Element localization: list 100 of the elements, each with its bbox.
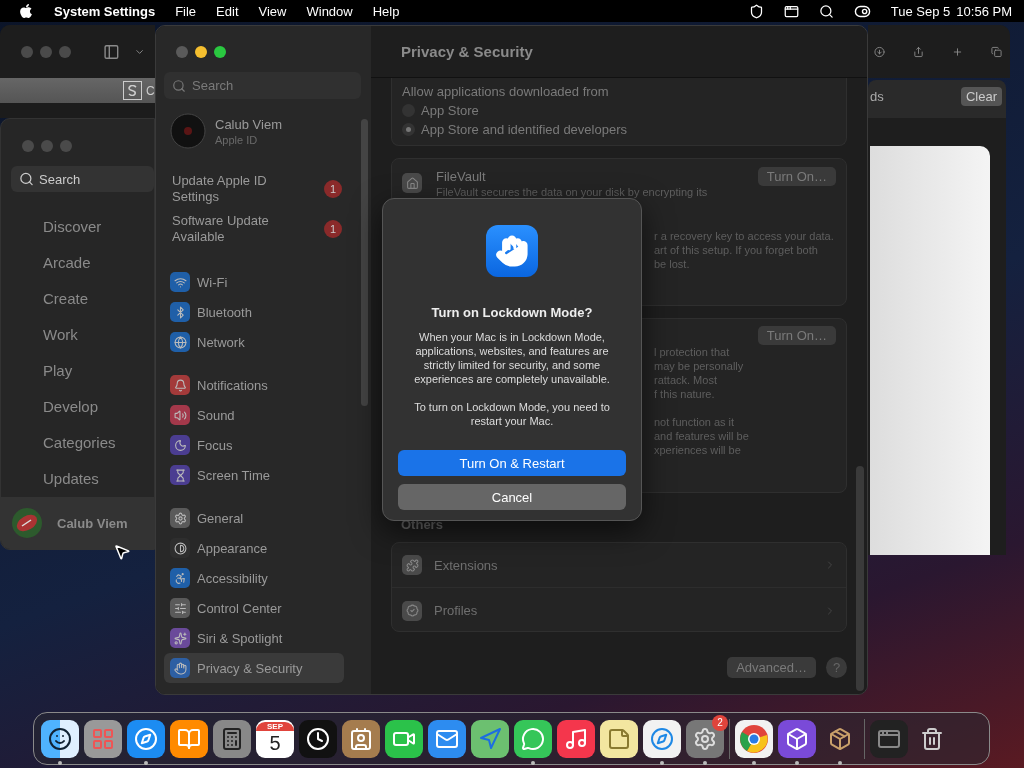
sidebar-item[interactable]: General bbox=[164, 503, 344, 533]
hand-icon bbox=[486, 225, 538, 277]
sidebar-item[interactable]: Network bbox=[164, 327, 344, 357]
house-icon bbox=[402, 173, 422, 193]
menu-item[interactable]: File bbox=[175, 3, 197, 19]
section-heading: Allow applications downloaded from bbox=[402, 83, 610, 101]
row-label: Extensions bbox=[434, 556, 499, 575]
setting-title: FileVault bbox=[436, 168, 487, 186]
safari-icon[interactable] bbox=[643, 719, 681, 758]
sidebar-item[interactable]: Focus bbox=[164, 430, 344, 460]
settings-row[interactable]: Profiles bbox=[392, 588, 846, 633]
menu-item[interactable]: Help bbox=[372, 3, 400, 19]
cube-icon[interactable] bbox=[778, 719, 816, 758]
site-icon bbox=[123, 81, 142, 100]
radio-label: App Store and identified developers bbox=[421, 121, 627, 139]
search-icon[interactable] bbox=[818, 3, 834, 19]
running-indicator bbox=[752, 760, 756, 765]
avatar-icon[interactable] bbox=[11, 507, 43, 539]
facetime-icon[interactable] bbox=[385, 719, 423, 758]
sidebar-item[interactable]: Notifications bbox=[164, 370, 344, 400]
chrome-icon[interactable] bbox=[735, 719, 773, 758]
sidebar-item[interactable]: Privacy & Security bbox=[164, 653, 344, 683]
sidebar-item[interactable]: Discover bbox=[1, 208, 154, 244]
contacts-icon[interactable] bbox=[342, 719, 380, 758]
checkmark-badge-icon bbox=[402, 600, 422, 621]
maps-icon[interactable] bbox=[471, 719, 509, 758]
scrollbar-thumb[interactable] bbox=[361, 119, 368, 406]
windows-icon[interactable] bbox=[783, 3, 799, 19]
running-indicator bbox=[144, 760, 148, 765]
row-label: Profiles bbox=[434, 602, 479, 620]
menu-item[interactable]: View bbox=[258, 3, 287, 19]
puzzle-icon bbox=[402, 555, 422, 575]
sidebar-item[interactable]: Work bbox=[1, 316, 154, 352]
sidebar-item[interactable]: Screen Time bbox=[164, 460, 344, 490]
settings-row[interactable]: Extensions bbox=[392, 543, 846, 588]
sidebar-item[interactable]: Play bbox=[1, 352, 154, 388]
mail-icon[interactable] bbox=[428, 719, 466, 758]
tab-title[interactable]: C bbox=[146, 83, 155, 98]
sidebar-item[interactable]: Appearance bbox=[164, 533, 344, 563]
restart-button[interactable]: Turn On & Restart bbox=[398, 450, 626, 476]
window-thumbnail-icon[interactable] bbox=[870, 719, 908, 758]
sidebar-item[interactable]: Categories bbox=[1, 424, 154, 460]
sidebar-item[interactable]: Updates bbox=[1, 460, 154, 496]
menu-date: Tue Sep 5 bbox=[890, 3, 951, 19]
running-indicator bbox=[838, 760, 842, 765]
zoom-button[interactable] bbox=[214, 46, 226, 58]
dialog-message: To turn on Lockdown Mode, you need to restart your Mac. bbox=[413, 400, 611, 428]
menu-time: 10:56 PM bbox=[956, 3, 1012, 19]
launchpad-icon[interactable] bbox=[84, 719, 122, 758]
alert-item[interactable]: Update Apple ID Settings bbox=[172, 173, 292, 205]
apple-menu-icon[interactable] bbox=[18, 3, 34, 19]
text-fragment: rattack. Most bbox=[654, 373, 718, 387]
sidebar-item[interactable]: Siri & Spotlight bbox=[164, 623, 344, 653]
sidebar-item[interactable]: Sound bbox=[164, 400, 344, 430]
messages-icon[interactable] bbox=[514, 719, 552, 758]
running-indicator bbox=[795, 760, 799, 765]
calculator-icon[interactable] bbox=[213, 719, 251, 758]
account-name[interactable]: Calub Viem bbox=[57, 515, 128, 531]
menu-app-name[interactable]: System Settings bbox=[54, 3, 156, 19]
search-field[interactable]: Search bbox=[164, 72, 361, 99]
minimize-button[interactable] bbox=[195, 46, 207, 58]
alert-item[interactable]: Software Update Available bbox=[172, 213, 292, 245]
notes-icon[interactable] bbox=[600, 719, 638, 758]
sidebar-item[interactable]: Develop bbox=[1, 388, 154, 424]
dialog-title: Turn on Lockdown Mode? bbox=[431, 305, 593, 320]
radio-button[interactable] bbox=[402, 123, 415, 136]
books-icon[interactable] bbox=[170, 719, 208, 758]
notification-badge: 2 bbox=[712, 714, 728, 731]
menu-item[interactable]: Edit bbox=[216, 3, 239, 19]
running-indicator bbox=[58, 760, 62, 765]
radio-label: App Store bbox=[421, 102, 479, 120]
sidebar-item[interactable]: Accessibility bbox=[164, 563, 344, 593]
sidebar-item[interactable]: Create bbox=[1, 280, 154, 316]
sidebar-item[interactable]: Wi-Fi bbox=[164, 267, 344, 297]
calendar-icon[interactable]: SEP 5 bbox=[256, 719, 294, 758]
clear-button[interactable]: Clear bbox=[960, 86, 1002, 106]
count-badge: 1 bbox=[324, 220, 342, 238]
popover-title: ds bbox=[870, 87, 884, 106]
settings-icon[interactable] bbox=[686, 719, 724, 758]
menu-item[interactable]: Window bbox=[306, 3, 353, 19]
sidebar-item[interactable]: Control Center bbox=[164, 593, 344, 623]
sidebar-item[interactable]: Arcade bbox=[1, 244, 154, 280]
dialog-message: When your Mac is in Lockdown Mode, applications, websites, and features are strictly limited for security, and some experiences are completely unavailable. bbox=[413, 330, 611, 386]
music-icon[interactable] bbox=[557, 719, 595, 758]
clock-icon[interactable] bbox=[299, 719, 337, 758]
cancel-button[interactable]: Cancel bbox=[398, 484, 626, 510]
finder-icon[interactable] bbox=[41, 719, 79, 758]
calendar-month: SEP bbox=[256, 722, 294, 731]
count-badge: 1 bbox=[324, 180, 342, 198]
sidebar-item[interactable]: Bluetooth bbox=[164, 297, 344, 327]
search-icon bbox=[172, 78, 186, 93]
cursor-icon bbox=[113, 543, 131, 561]
running-indicator bbox=[660, 760, 664, 765]
running-indicator bbox=[531, 760, 535, 765]
search-field[interactable]: Search bbox=[11, 166, 154, 192]
sidebar-icon[interactable] bbox=[103, 42, 120, 61]
scrollbar-thumb[interactable] bbox=[856, 466, 864, 691]
account-name[interactable]: Calub Viem bbox=[215, 115, 282, 134]
account-subtitle: Apple ID bbox=[215, 134, 259, 147]
shield-icon[interactable] bbox=[748, 3, 764, 19]
